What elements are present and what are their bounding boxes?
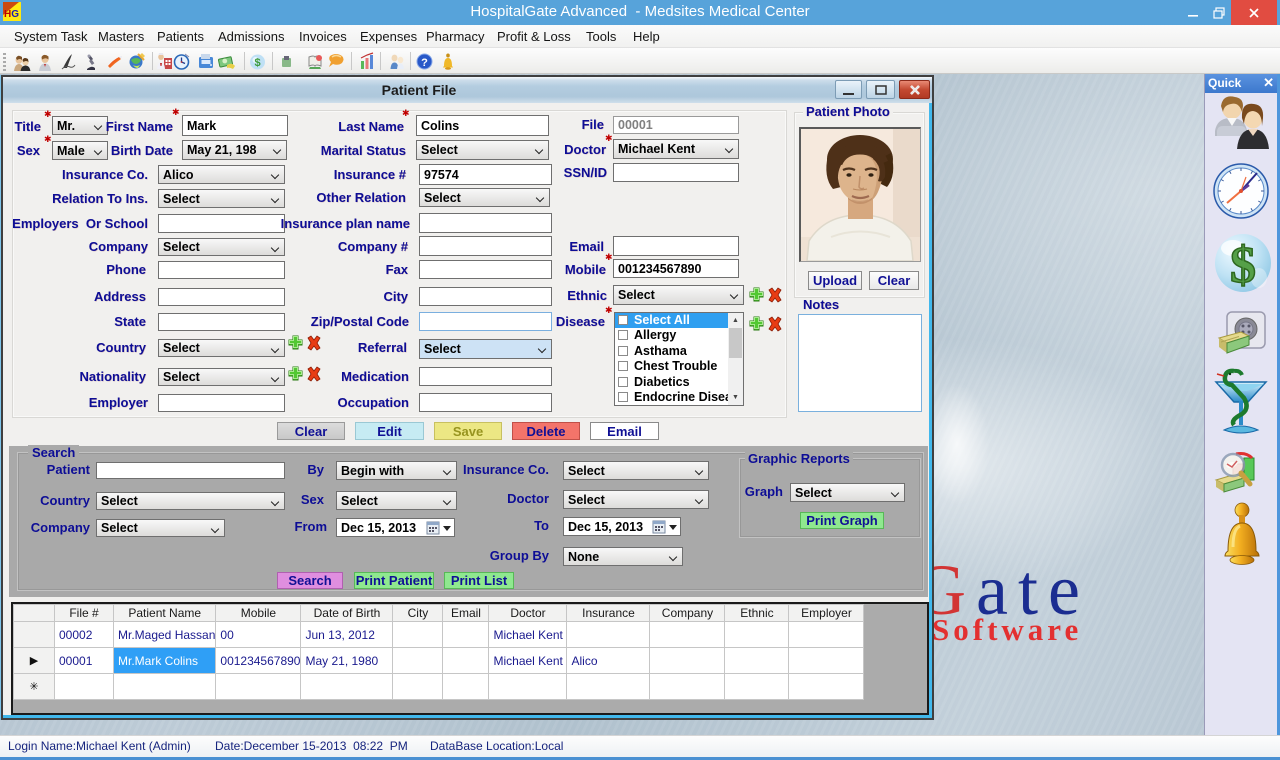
svg-text:$: $ <box>254 57 260 69</box>
svg-text:?: ? <box>421 57 428 69</box>
svg-text:$: $ <box>1230 237 1256 294</box>
